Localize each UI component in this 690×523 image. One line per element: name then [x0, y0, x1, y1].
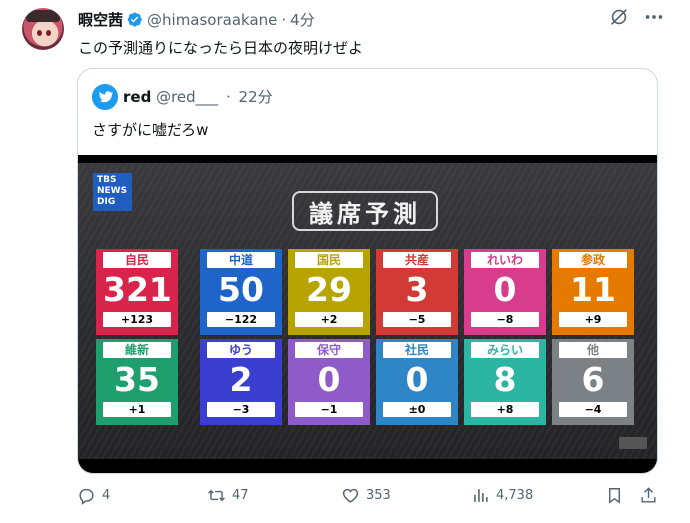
party-change: +9: [559, 312, 627, 327]
forecast-screen: TBS NEWS DIG 議席予測 自民 321 +123 中道 50 −122 国民 29 +…: [78, 163, 657, 459]
party-seats: 35: [114, 360, 160, 399]
more-icon[interactable]: [642, 6, 666, 28]
repost-button[interactable]: 47: [207, 486, 249, 505]
reply-count: 4: [102, 488, 111, 503]
forecast-title: 議席予測: [292, 191, 438, 231]
party-name: 中道: [207, 252, 275, 268]
party-name: れいわ: [471, 252, 539, 268]
party-change: +1: [103, 402, 171, 417]
party-name: 自民: [103, 252, 171, 268]
reply-button[interactable]: 4: [77, 486, 110, 505]
party-tile: ゆう 2 −3: [200, 339, 282, 425]
party-change: +123: [103, 312, 171, 327]
display-name[interactable]: 暇空茜: [78, 9, 123, 30]
party-seats: 50: [218, 270, 264, 309]
party-tile: 保守 0 −1: [288, 339, 370, 425]
party-name: 保守: [295, 342, 363, 358]
quoted-timestamp[interactable]: 22分: [239, 88, 273, 106]
party-name: 維新: [103, 342, 171, 358]
separator-dot: ·: [281, 10, 287, 29]
party-name: ゆう: [207, 342, 275, 358]
party-change: −1: [295, 402, 363, 417]
party-change: −3: [207, 402, 275, 417]
party-name: 共産: [383, 252, 451, 268]
party-change: −4: [559, 402, 627, 417]
heart-icon: [342, 488, 359, 503]
party-seats: 0: [317, 360, 341, 399]
party-tile: 参政 11 +9: [552, 249, 634, 335]
party-seats: 0: [493, 270, 517, 309]
quoted-text: さすがに嘘だろw: [92, 121, 209, 139]
tweet-text: この予測通りになったら日本の夜明けぜよ: [78, 39, 364, 57]
bookmark-button[interactable]: [605, 486, 630, 505]
party-tile: れいわ 0 −8: [464, 249, 546, 335]
views-count: 4,738: [496, 488, 534, 503]
separator-dot: ·: [225, 88, 231, 106]
party-seats: 29: [306, 270, 352, 309]
party-tile: 他 6 −4: [552, 339, 634, 425]
tweet-header: 暇空茜 @himasoraakane · 4分: [78, 9, 315, 30]
reply-icon: [79, 488, 94, 505]
verified-badge-icon: [127, 12, 142, 27]
party-name: 参政: [559, 252, 627, 268]
party-name: 社民: [383, 342, 451, 358]
party-seats: 11: [570, 270, 616, 309]
party-change: +2: [295, 312, 363, 327]
repost-count: 47: [232, 488, 249, 503]
party-seats: 2: [229, 360, 253, 399]
party-name: 国民: [295, 252, 363, 268]
party-tile: みらい 8 +8: [464, 339, 546, 425]
party-change: +8: [471, 402, 539, 417]
quoted-handle[interactable]: @red___: [156, 88, 218, 106]
party-tile: 維新 35 +1: [96, 339, 178, 425]
timestamp[interactable]: 4分: [290, 9, 315, 30]
repost-icon: [208, 489, 225, 502]
party-change: −122: [207, 312, 275, 327]
party-tile: 中道 50 −122: [200, 249, 282, 335]
bookmark-icon: [609, 488, 620, 504]
media-image[interactable]: TBS NEWS DIG 議席予測 自民 321 +123 中道 50 −122 国民 29 +…: [78, 155, 657, 473]
party-tile: 自民 321 +123: [96, 249, 178, 335]
quoted-display-name[interactable]: red: [123, 88, 151, 106]
share-button[interactable]: [639, 486, 664, 505]
action-bar: 4 47 353 4,738: [77, 486, 662, 510]
party-seats: 321: [103, 270, 172, 309]
quoted-avatar[interactable]: [92, 84, 118, 110]
party-change: −8: [471, 312, 539, 327]
quoted-header: red @red___ · 22分: [123, 86, 273, 107]
party-seats: 0: [405, 360, 429, 399]
avatar[interactable]: [22, 8, 64, 50]
party-change: ±0: [383, 402, 451, 417]
party-tile: 共産 3 −5: [376, 249, 458, 335]
party-name: 他: [559, 342, 627, 358]
party-seats: 8: [493, 360, 517, 399]
party-seats: 3: [405, 270, 429, 309]
like-count: 353: [366, 488, 391, 503]
party-change: −5: [383, 312, 451, 327]
tbs-news-dig-logo: TBS NEWS DIG: [93, 173, 132, 211]
party-tile: 社民 0 ±0: [376, 339, 458, 425]
watermark: [619, 437, 647, 449]
grok-icon[interactable]: [608, 6, 630, 28]
views-icon: [474, 489, 488, 502]
party-tile: 国民 29 +2: [288, 249, 370, 335]
share-icon: [641, 487, 656, 503]
party-name: みらい: [471, 342, 539, 358]
views-button[interactable]: 4,738: [471, 486, 533, 505]
party-seats: 6: [581, 360, 605, 399]
handle[interactable]: @himasoraakane: [147, 11, 277, 29]
quoted-tweet[interactable]: red @red___ · 22分 さすがに嘘だろw TBS NEWS DIG …: [77, 68, 658, 474]
like-button[interactable]: 353: [341, 486, 391, 505]
